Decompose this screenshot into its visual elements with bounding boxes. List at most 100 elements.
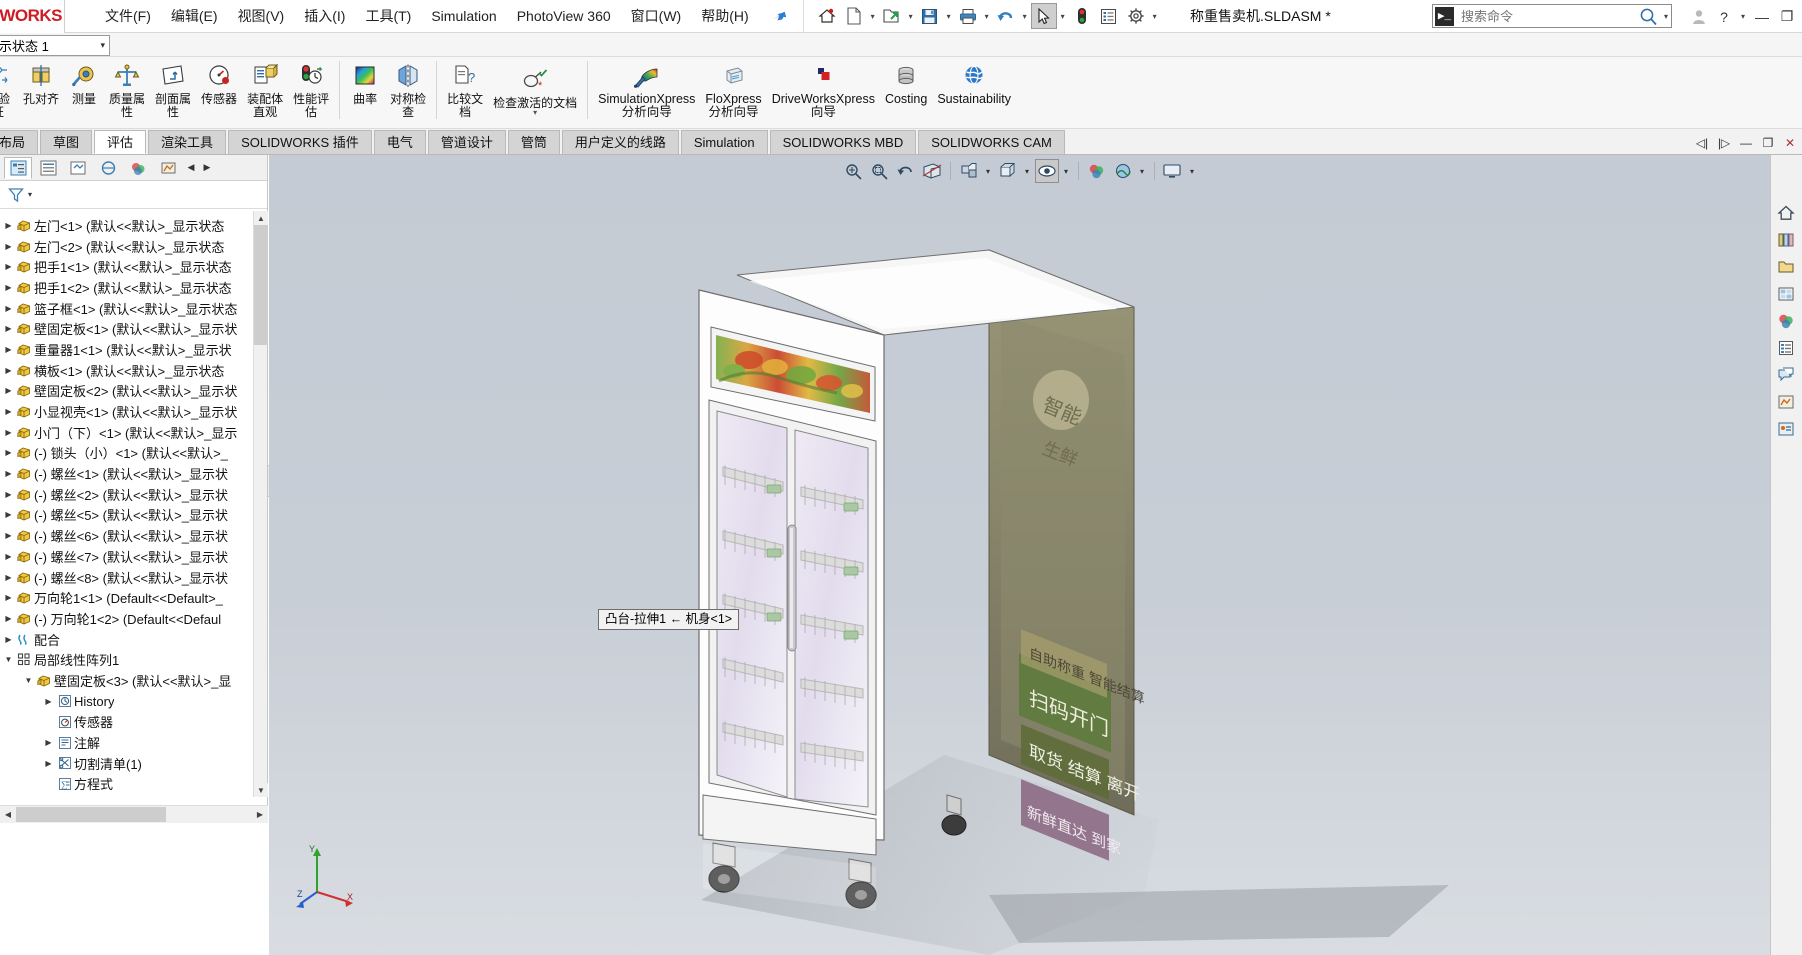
feature-tree-node[interactable]: ▼ 壁固定板<3> (默认<<默认>_显: [0, 670, 260, 691]
collapse-arrow-icon[interactable]: ▼: [2, 655, 15, 664]
open-folder-icon[interactable]: [879, 3, 905, 29]
expand-arrow-icon[interactable]: ▶: [2, 531, 15, 540]
print-icon[interactable]: [955, 3, 981, 29]
collapse-left-icon[interactable]: ◁|: [1694, 134, 1710, 152]
zoom-to-area-icon[interactable]: [868, 159, 892, 183]
tab-solidworks-addins[interactable]: SOLIDWORKS 插件: [228, 130, 372, 154]
tab-evaluate[interactable]: 评估: [94, 130, 147, 154]
cam-manager-tab[interactable]: [154, 157, 182, 179]
menu-window[interactable]: 窗口(W): [621, 0, 692, 32]
menu-view[interactable]: 视图(V): [228, 0, 295, 32]
custom-properties-icon[interactable]: [1771, 334, 1801, 361]
expand-arrow-icon[interactable]: ▶: [42, 738, 55, 747]
feature-tree-node[interactable]: ▶ 壁固定板<2> (默认<<默认>_显示状: [0, 381, 260, 402]
expand-arrow-icon[interactable]: ▶: [2, 428, 15, 437]
save-caret-icon[interactable]: ▾: [944, 3, 954, 29]
tab-solidworks-mbd[interactable]: SOLIDWORKS MBD: [769, 130, 917, 154]
expand-arrow-icon[interactable]: ▶: [2, 345, 15, 354]
vending-machine-model[interactable]: 智能 生鲜 扫码开门 自助称重 智能结算 取货 结算 离开 新鲜直达 到家: [689, 195, 1449, 955]
view-orientation-icon[interactable]: [957, 159, 981, 183]
display-manager-tab[interactable]: [124, 157, 152, 179]
feature-tree-node[interactable]: ▶ 万向轮1<1> (Default<<Default>_: [0, 587, 260, 608]
feature-tree-node[interactable]: ▶ 切割清单(1): [0, 753, 260, 774]
sustainability[interactable]: Sustainability: [932, 57, 1016, 106]
expand-arrow-icon[interactable]: ▶: [2, 366, 15, 375]
expand-arrow-icon[interactable]: ▶: [2, 221, 15, 230]
menu-simulation[interactable]: Simulation: [421, 2, 506, 30]
expand-arrow-icon[interactable]: ▶: [42, 759, 55, 768]
help-caret-icon[interactable]: ▾: [1738, 4, 1748, 30]
print-caret-icon[interactable]: ▾: [982, 3, 992, 29]
select-caret-icon[interactable]: ▾: [1058, 3, 1068, 29]
section-view-icon[interactable]: [920, 159, 944, 183]
expand-arrow-icon[interactable]: ▶: [2, 635, 15, 644]
expand-arrow-icon[interactable]: ▶: [2, 593, 15, 602]
scroll-up-icon[interactable]: ▲: [254, 211, 268, 225]
expand-arrow-icon[interactable]: ▶: [2, 324, 15, 333]
display-state-select[interactable]: 示状态 1 ▾: [0, 35, 110, 56]
performance-evaluation[interactable]: 性能评 估: [288, 57, 334, 119]
solidworks-logo[interactable]: DWORKS: [0, 0, 65, 33]
select-cursor-icon[interactable]: [1030, 3, 1057, 29]
expand-arrow-icon[interactable]: ▶: [2, 448, 15, 457]
feature-tree-node[interactable]: ▶ (-) 螺丝<8> (默认<<默认>_显示状: [0, 567, 260, 588]
zoom-to-fit-icon[interactable]: [842, 159, 866, 183]
property-manager-tab[interactable]: [34, 157, 62, 179]
feature-tree-horizontal-scrollbar[interactable]: ◀ ▶: [0, 805, 268, 823]
vertical-scroll-thumb[interactable]: [254, 225, 268, 345]
restore-button[interactable]: ❐: [1776, 4, 1798, 30]
undo-caret-icon[interactable]: ▾: [1020, 3, 1030, 29]
feature-tree-node[interactable]: ▶ (-) 螺丝<7> (默认<<默认>_显示状: [0, 546, 260, 567]
floxpress-wizard[interactable]: FloXpress 分析向导: [700, 57, 766, 119]
feature-tree-node[interactable]: ▶ 小显视壳<1> (默认<<默认>_显示状: [0, 401, 260, 422]
configuration-manager-tab[interactable]: [64, 157, 92, 179]
scroll-right-icon[interactable]: ▶: [252, 806, 268, 823]
tab-render-tools[interactable]: 渲染工具: [148, 130, 227, 154]
feature-tree-node[interactable]: ▶ 小门（下）<1> (默认<<默认>_显示: [0, 422, 260, 443]
feature-tree-node[interactable]: ▶ (-) 螺丝<1> (默认<<默认>_显示状: [0, 463, 260, 484]
solidworks-forum-icon[interactable]: [1771, 361, 1801, 388]
view-settings-icon[interactable]: [1161, 159, 1185, 183]
feature-callout[interactable]: 凸台-拉伸1 ← 机身<1>: [598, 609, 740, 630]
feature-tree-node[interactable]: ▶ (-) 螺丝<2> (默认<<默认>_显示状: [0, 484, 260, 505]
edit-appearance-icon[interactable]: [1085, 159, 1109, 183]
check-active-document-caret-icon[interactable]: ▾: [533, 109, 537, 117]
section-properties[interactable]: 剖面属 性: [150, 57, 196, 119]
open-folder-caret-icon[interactable]: ▾: [906, 3, 916, 29]
save-icon[interactable]: [917, 3, 943, 29]
rebuild-icon[interactable]: [1069, 3, 1095, 29]
feature-tree-node[interactable]: ▶ 壁固定板<1> (默认<<默认>_显示状: [0, 318, 260, 339]
compare-documents[interactable]: ? 比较文 档: [442, 57, 488, 119]
search-box[interactable]: ▶_ ▾: [1432, 4, 1672, 28]
expand-arrow-icon[interactable]: ▶: [2, 573, 15, 582]
magnifier-icon[interactable]: [1639, 7, 1661, 26]
help-button[interactable]: ?: [1713, 4, 1735, 30]
feature-tree-node[interactable]: ▶ (-) 螺丝<6> (默认<<默认>_显示状: [0, 525, 260, 546]
filter-icon[interactable]: [8, 187, 26, 203]
assembly-visualization[interactable]: 装配体 直观: [242, 57, 288, 119]
feature-manager-tabs-prev-icon[interactable]: ◀: [184, 162, 198, 173]
menu-tools[interactable]: 工具(T): [355, 0, 421, 32]
tab-routing[interactable]: 管道设计: [427, 130, 506, 154]
feature-tree-node[interactable]: ▶ 把手1<1> (默认<<默认>_显示状态: [0, 256, 260, 277]
graphics-area[interactable]: ▾ ▾ ▾ ▾ ▾ 智能 生鲜 扫码开门 自助称重 智能结算 取货 结算 离开 …: [269, 155, 1770, 955]
feature-tree-node[interactable]: 传感器: [0, 712, 260, 733]
search-caret-icon[interactable]: ▾: [1661, 3, 1671, 29]
scroll-left-icon[interactable]: ◀: [0, 806, 16, 823]
expand-arrow-icon[interactable]: ▶: [2, 283, 15, 292]
file-explorer-icon[interactable]: [1771, 253, 1801, 280]
home-icon[interactable]: [814, 3, 840, 29]
mass-properties[interactable]: 质量属 性: [104, 57, 150, 119]
minimize-doc-icon[interactable]: —: [1738, 134, 1754, 152]
feature-tree-node[interactable]: ▶ (-) 螺丝<5> (默认<<默认>_显示状: [0, 505, 260, 526]
cam-feature-tree-icon[interactable]: [1771, 388, 1801, 415]
feature-tree-node[interactable]: ▶ 左门<1> (默认<<默认>_显示状态: [0, 215, 260, 236]
cam-operation-tree-icon[interactable]: [1771, 415, 1801, 442]
view-orientation-caret-icon[interactable]: ▾: [983, 159, 994, 183]
appearances-scenes-icon[interactable]: [1771, 307, 1801, 334]
feature-tree-node[interactable]: ▶ 篮子框<1> (默认<<默认>_显示状态: [0, 298, 260, 319]
horizontal-scroll-thumb[interactable]: [16, 807, 166, 822]
feature-manager-tab[interactable]: [4, 156, 32, 179]
tab-layout[interactable]: 布局: [0, 130, 39, 154]
feature-tree-node[interactable]: ▶ (-) 锁头（小）<1> (默认<<默认>_: [0, 443, 260, 464]
